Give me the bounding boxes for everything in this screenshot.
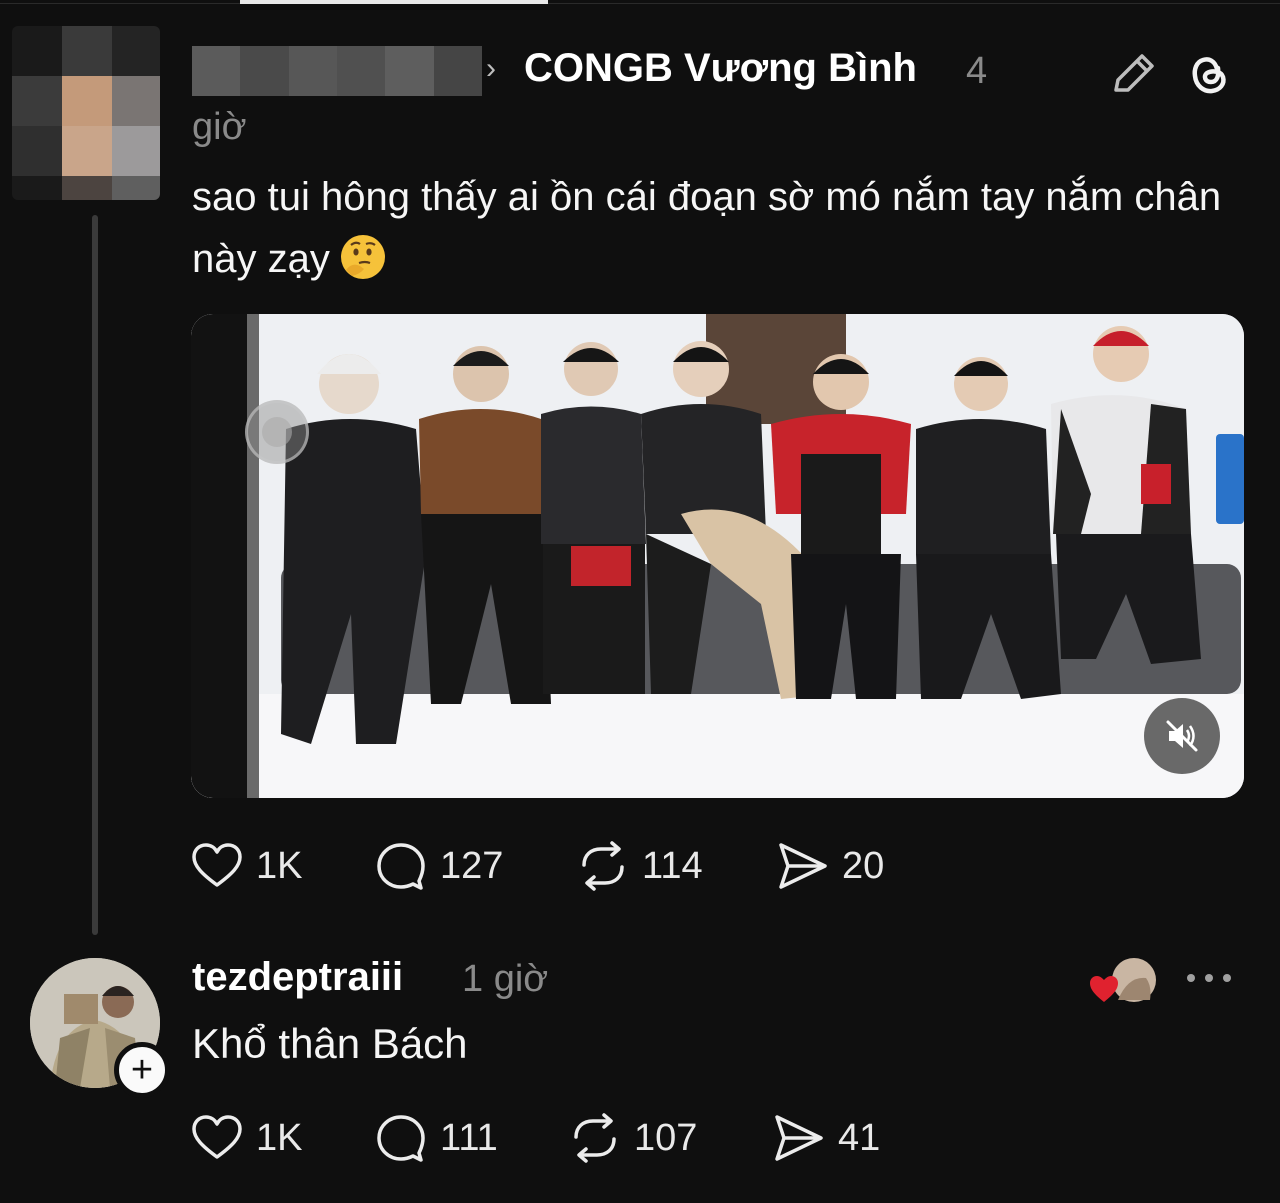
thread-line — [92, 215, 98, 935]
more-options-icon[interactable] — [1184, 966, 1234, 990]
comment-icon — [377, 843, 425, 890]
liked-by-author-icon — [1090, 958, 1156, 1002]
post-actions: 1K 127 114 20 — [190, 838, 950, 894]
heart-icon — [192, 1115, 242, 1159]
comment-count: 127 — [440, 844, 504, 887]
send-icon — [775, 1115, 823, 1161]
mute-button[interactable] — [1144, 698, 1220, 774]
follow-plus-button[interactable]: + — [114, 1042, 170, 1098]
like-button[interactable]: 1K — [190, 838, 302, 894]
comment-button[interactable]: 127 — [374, 838, 503, 894]
heart-icon — [192, 843, 242, 887]
reply-to-name[interactable]: CONGB Vương Bình — [524, 46, 917, 91]
comment-icon — [377, 1115, 425, 1162]
post-text: sao tui hông thấy ai ồn cái đoạn sờ mó n… — [192, 166, 1222, 290]
pencil-icon[interactable] — [1108, 50, 1158, 96]
repost-icon — [574, 1113, 616, 1163]
repost-count: 114 — [642, 844, 703, 887]
avatar[interactable] — [12, 26, 160, 200]
send-icon — [779, 843, 827, 889]
share-count: 20 — [842, 844, 885, 887]
thinking-face-icon — [340, 235, 385, 279]
reply-like-count: 1K — [256, 1116, 303, 1159]
post-time-unit: giờ — [192, 106, 247, 148]
reply-like-button[interactable]: 1K — [190, 1110, 302, 1166]
reply-repost-count: 107 — [634, 1116, 698, 1159]
post-time: 4 — [966, 50, 988, 92]
post-video[interactable] — [191, 314, 1244, 798]
touch-indicator — [245, 400, 309, 464]
reply-text: Khổ thân Bách — [192, 1020, 468, 1067]
reply-actions: 1K 111 107 41 — [190, 1110, 950, 1166]
video-frame — [191, 314, 1244, 798]
top-divider — [0, 3, 1280, 4]
threads-logo-icon[interactable] — [1184, 48, 1232, 98]
share-button[interactable]: 20 — [776, 838, 884, 894]
chevron-right-icon: › — [486, 52, 496, 85]
repost-icon — [582, 841, 624, 891]
reply-comment-count: 111 — [440, 1116, 498, 1159]
reply-username[interactable]: tezdeptraiii — [192, 955, 403, 1000]
speaker-muted-icon — [1166, 720, 1198, 752]
repost-button[interactable]: 114 — [576, 838, 703, 894]
username-redacted[interactable] — [192, 46, 482, 96]
reply-share-count: 41 — [838, 1116, 881, 1159]
like-count: 1K — [256, 844, 303, 887]
plus-icon: + — [130, 1049, 154, 1091]
reply-share-button[interactable]: 41 — [772, 1110, 880, 1166]
tab-indicator — [240, 0, 548, 4]
reply-comment-button[interactable]: 111 — [374, 1110, 498, 1166]
reply-time: 1 giờ — [462, 958, 549, 1000]
reply-repost-button[interactable]: 107 — [568, 1110, 697, 1166]
